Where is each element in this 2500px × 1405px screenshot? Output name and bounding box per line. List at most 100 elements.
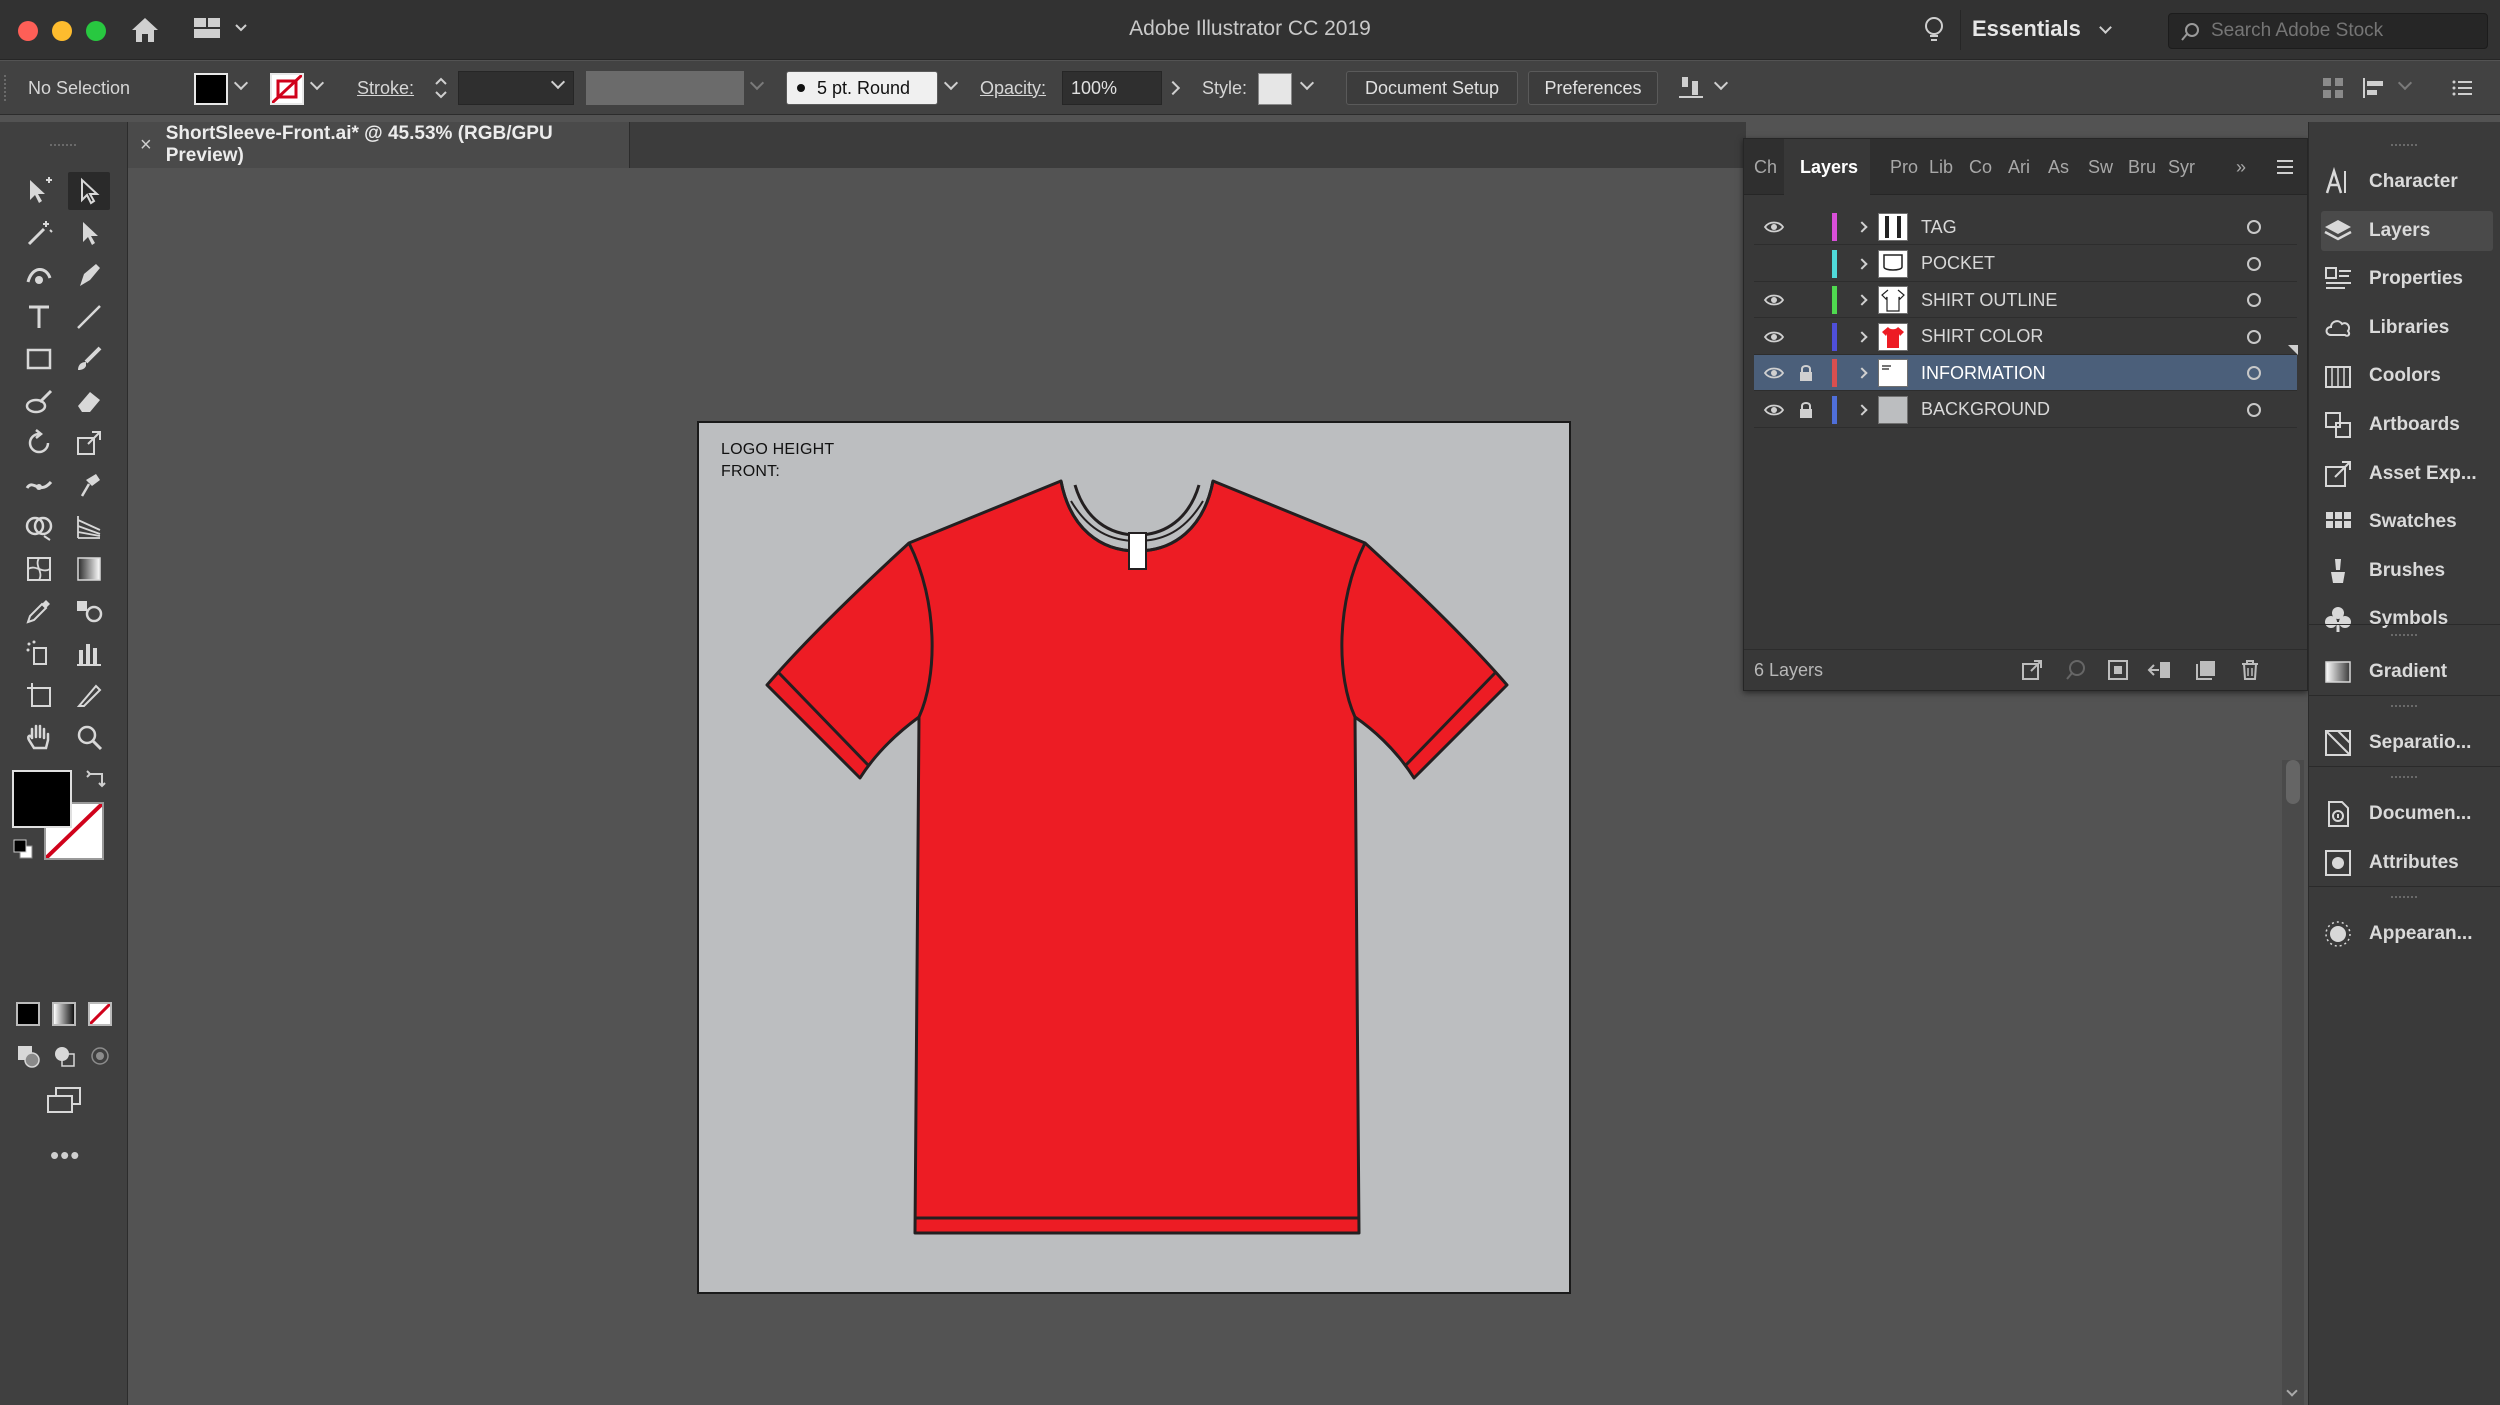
artboard[interactable]: LOGO HEIGHT FRONT: xyxy=(697,421,1571,1294)
layer-row[interactable]: BACKGROUND xyxy=(1754,392,2297,428)
visibility-toggle-icon[interactable] xyxy=(1759,246,1789,282)
rotate-tool-icon[interactable] xyxy=(18,424,60,462)
dock-item-separatio[interactable]: Separatio... xyxy=(2321,723,2493,763)
dock-item-properties[interactable]: Properties xyxy=(2321,259,2493,299)
panel-options-icon[interactable] xyxy=(2274,157,2296,177)
scroll-down-arrow-icon[interactable] xyxy=(2286,1385,2298,1397)
selection-tool-icon[interactable] xyxy=(18,172,60,210)
group-selection-tool-icon[interactable] xyxy=(68,214,110,252)
lock-toggle-icon[interactable] xyxy=(1791,355,1821,391)
style-swatch[interactable] xyxy=(1258,73,1292,105)
gradient-tool-icon[interactable] xyxy=(68,550,110,588)
more-tabs-icon[interactable]: » xyxy=(2236,139,2258,195)
tab-libraries[interactable]: Lib xyxy=(1929,139,1957,195)
shape-builder-tool-icon[interactable] xyxy=(18,508,60,546)
align-to-icon[interactable] xyxy=(1676,73,1706,103)
pen-tool-icon[interactable] xyxy=(68,256,110,294)
layer-name[interactable]: TAG xyxy=(1921,209,1957,245)
tab-swatches[interactable]: Sw xyxy=(2088,139,2116,195)
tab-asset-export[interactable]: As xyxy=(2048,139,2074,195)
lock-toggle-icon[interactable] xyxy=(1791,282,1821,318)
tab-symbols[interactable]: Syr xyxy=(2168,139,2198,195)
stroke-stepper[interactable] xyxy=(432,73,450,103)
fill-swatch[interactable] xyxy=(194,73,228,105)
gradient-mode-icon[interactable] xyxy=(52,1002,76,1026)
fill-dropdown[interactable] xyxy=(233,75,249,91)
draw-normal-icon[interactable] xyxy=(14,1042,42,1070)
draw-inside-icon[interactable] xyxy=(86,1042,114,1070)
layer-row[interactable]: SHIRT COLOR xyxy=(1754,319,2297,355)
brush-dropdown[interactable] xyxy=(943,75,959,91)
target-circle-icon[interactable] xyxy=(2247,402,2261,417)
visibility-toggle-icon[interactable] xyxy=(1759,209,1789,245)
paintbrush-tool-icon[interactable] xyxy=(68,340,110,378)
target-circle-icon[interactable] xyxy=(2247,366,2261,380)
type-tool-icon[interactable] xyxy=(18,298,60,336)
dock-item-artboards[interactable]: Artboards xyxy=(2321,405,2493,445)
layer-name[interactable]: INFORMATION xyxy=(1921,355,2046,391)
visibility-toggle-icon[interactable] xyxy=(1759,392,1789,428)
toolbar-grip[interactable] xyxy=(50,144,76,150)
align-dropdown[interactable] xyxy=(1713,75,1729,91)
artboard-tool-icon[interactable] xyxy=(18,676,60,714)
visibility-toggle-icon[interactable] xyxy=(1759,319,1789,355)
target-circle-icon[interactable] xyxy=(2247,256,2261,271)
stroke-weight-field[interactable] xyxy=(458,71,574,105)
preferences-button[interactable]: Preferences xyxy=(1528,71,1658,105)
dock-item-documen[interactable]: Documen... xyxy=(2321,794,2493,834)
edit-toolbar-icon[interactable]: ••• xyxy=(50,1140,80,1171)
symbol-sprayer-tool-icon[interactable] xyxy=(18,634,60,672)
layer-name[interactable]: POCKET xyxy=(1921,246,1995,282)
canvas-scrollbar[interactable] xyxy=(2282,760,2304,1405)
dock-item-character[interactable]: Character xyxy=(2321,162,2493,202)
dock-item-brushes[interactable]: Brushes xyxy=(2321,551,2493,591)
expand-layer-icon[interactable] xyxy=(1852,246,1872,282)
expand-layer-icon[interactable] xyxy=(1852,355,1872,391)
dock-item-asset-exp[interactable]: Asset Exp... xyxy=(2321,454,2493,494)
tab-layers[interactable]: Layers xyxy=(1784,139,1870,195)
tab-artboards[interactable]: Ari xyxy=(2008,139,2036,195)
target-circle-icon[interactable] xyxy=(2247,329,2261,344)
slice-tool-icon[interactable] xyxy=(68,676,110,714)
screen-mode-icon[interactable] xyxy=(44,1084,84,1116)
opacity-arrow-icon[interactable] xyxy=(1165,80,1181,96)
delete-layer-icon[interactable] xyxy=(2238,658,2262,682)
dock-item-layers[interactable]: Layers xyxy=(2321,210,2493,251)
blend-tool-icon[interactable] xyxy=(68,592,110,630)
expand-layer-icon[interactable] xyxy=(1852,209,1872,245)
dock-grip[interactable] xyxy=(2391,144,2417,150)
rectangle-tool-icon[interactable] xyxy=(18,340,60,378)
dock-item-libraries[interactable]: Libraries xyxy=(2321,308,2493,348)
fill-indicator[interactable] xyxy=(12,770,72,828)
dock-item-coolors[interactable]: Coolors xyxy=(2321,356,2493,396)
target-circle-icon[interactable] xyxy=(2247,293,2261,307)
eraser-tool-icon[interactable] xyxy=(68,382,110,420)
layer-row[interactable]: POCKET xyxy=(1754,246,2297,282)
arrange-icon[interactable] xyxy=(2320,75,2346,101)
dock-group-grip[interactable] xyxy=(2391,634,2417,640)
opacity-field[interactable]: 100% xyxy=(1062,71,1162,105)
grip-handle[interactable] xyxy=(4,75,8,101)
none-mode-icon[interactable] xyxy=(88,1002,112,1026)
layer-name[interactable]: SHIRT COLOR xyxy=(1921,319,2043,355)
stroke-color-dropdown[interactable] xyxy=(309,75,325,91)
dock-item-appearan[interactable]: Appearan... xyxy=(2321,914,2493,954)
curvature-tool-icon[interactable] xyxy=(18,256,60,294)
mesh-tool-icon[interactable] xyxy=(18,550,60,588)
layer-row[interactable]: TAG xyxy=(1754,209,2297,245)
style-dropdown[interactable] xyxy=(1299,75,1315,91)
close-tab-icon[interactable]: × xyxy=(140,134,152,157)
workspace-switcher[interactable]: Essentials xyxy=(1972,16,2112,42)
scale-tool-icon[interactable] xyxy=(68,424,110,462)
tshirt-artwork[interactable] xyxy=(699,423,1569,1292)
lock-toggle-icon[interactable] xyxy=(1791,392,1821,428)
layer-row[interactable]: SHIRT OUTLINE xyxy=(1754,282,2297,318)
target-circle-icon[interactable] xyxy=(2247,220,2261,234)
tab-character[interactable]: Ch xyxy=(1754,139,1780,195)
options-dropdown[interactable] xyxy=(2397,75,2413,91)
color-mode-icon[interactable] xyxy=(16,1002,40,1026)
align-options-icon[interactable] xyxy=(2360,75,2390,101)
draw-behind-icon[interactable] xyxy=(50,1042,78,1070)
dock-group-grip[interactable] xyxy=(2391,705,2417,711)
expand-layer-icon[interactable] xyxy=(1852,282,1872,318)
